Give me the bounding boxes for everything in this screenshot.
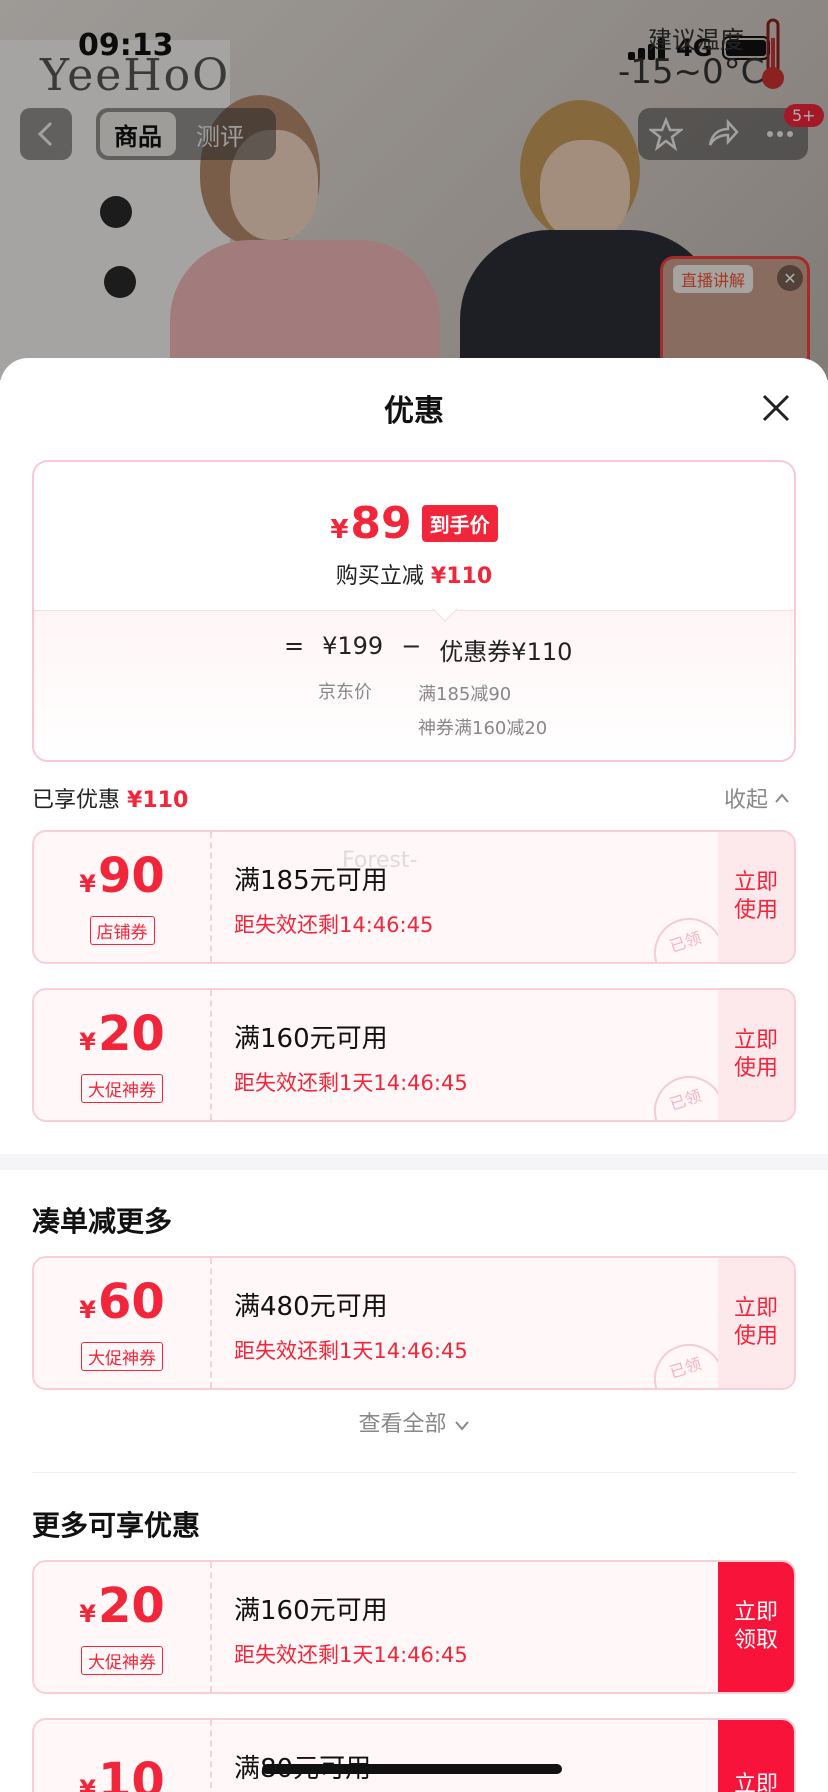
use-now-button[interactable]: 立即使用 [718,1258,794,1388]
use-now-button[interactable]: 立即使用 [718,832,794,962]
watermark: Forest- [342,848,418,873]
close-icon[interactable] [758,390,794,426]
coupon-condition: 满480元可用 [234,1292,388,1322]
coupon-card: ¥10 满80元可用 立即 [32,1718,796,1792]
coupon-type: 大促神券 [81,1341,163,1371]
coupon-card: ¥60 大促神券 满480元可用 距失效还剩1天14:46:45 已领 立即使用 [32,1256,796,1390]
claim-now-button[interactable]: 立即领取 [718,1562,794,1692]
coupon-expire: 距失效还剩1天14:46:45 [234,1071,468,1095]
section-title-more-available: 更多可享优惠 [32,1509,201,1542]
price-calc: = ¥199 − 优惠券¥110 [284,632,573,666]
coupon-type: 大促神券 [81,1645,163,1675]
sheet-title: 优惠 [384,394,444,429]
coupon-amount: ¥90 [79,847,165,904]
final-price: ¥89 [330,498,412,549]
jd-price-label: 京东价 [318,682,372,703]
chevron-down-icon [454,1421,469,1431]
view-all-button[interactable]: 查看全部 [0,1406,828,1438]
coupon-amount: ¥10 [79,1753,165,1792]
jd-price: ¥199 [322,632,384,660]
divider [32,1472,796,1473]
chevron-up-icon [775,793,789,803]
price-summary-card: ¥89 到手价 购买立减 ¥110 = ¥199 − 优惠券¥110 京东价 满… [32,460,796,762]
coupon-amount: ¥20 [79,1577,165,1634]
collapse-button[interactable]: 收起 [724,782,790,814]
claim-now-button[interactable]: 立即 [718,1720,794,1792]
coupon-expire: 距失效还剩14:46:45 [234,913,434,937]
coupon-amount: ¥60 [79,1273,165,1330]
final-price-row: ¥89 到手价 [34,498,794,549]
coupon-type: 店铺券 [89,915,155,945]
coupon-expire: 距失效还剩1天14:46:45 [234,1643,468,1667]
home-indicator[interactable] [262,1764,562,1774]
coupon-details: 满185减90 神券满160减20 [418,684,548,739]
discount-sheet: 优惠 ¥89 到手价 购买立减 ¥110 = ¥199 − 优惠券¥110 京东… [0,358,828,1792]
reduce-row: 购买立减 ¥110 [335,564,493,589]
enjoyed-discount: 已享优惠 ¥110 [32,788,189,813]
coupon-condition: 满160元可用 [234,1024,388,1054]
coupon-amount: ¥20 [79,1005,165,1062]
final-price-tag: 到手价 [421,505,498,542]
overlay-mask[interactable] [0,0,828,380]
coupon-card: ¥20 大促神券 满160元可用 距失效还剩1天14:46:45 已领 立即使用 [32,988,796,1122]
coupon-expire: 距失效还剩1天14:46:45 [234,1339,468,1363]
coupon-condition: 满160元可用 [234,1596,388,1626]
section-title-more-order: 凑单减更多 [32,1205,173,1238]
coupon-total: 优惠券¥110 [439,638,573,666]
coupon-type: 大促神券 [81,1073,163,1103]
section-divider [0,1154,828,1170]
coupon-card: ¥20 大促神券 满160元可用距失效还剩1天14:46:45 立即领取 [32,1560,796,1694]
use-now-button[interactable]: 立即使用 [718,990,794,1120]
